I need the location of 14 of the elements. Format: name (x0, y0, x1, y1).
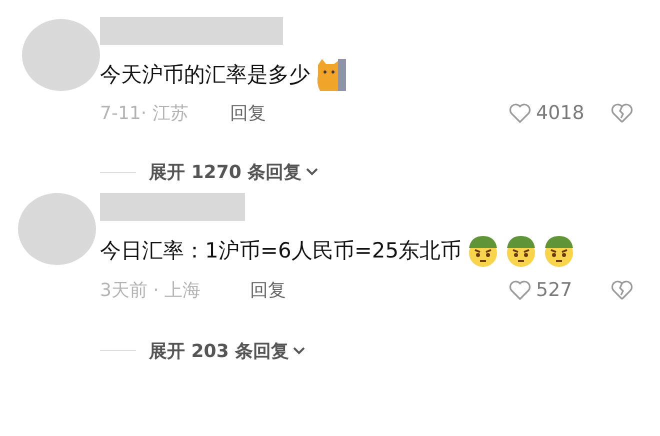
comment-text: 今日汇率：1沪币=6人民币=25东北币 (100, 238, 462, 262)
reply-link[interactable]: 回复 (230, 101, 266, 126)
expand-replies-button[interactable]: 展开 203 条回复 (149, 338, 308, 362)
comment-text: 今天沪币的汇率是多少 (100, 62, 310, 86)
comment-date-location: 7-11· 江苏 (100, 103, 188, 124)
heart-icon[interactable] (508, 278, 532, 302)
heart-icon[interactable] (508, 101, 532, 126)
broken-heart-icon[interactable] (610, 101, 634, 126)
broken-heart-icon[interactable] (610, 278, 634, 302)
comment-date-location: 3天前 · 上海 (100, 280, 201, 300)
expand-replies-button[interactable]: 展开 1270 条回复 (149, 160, 320, 184)
like-count: 4018 (536, 102, 586, 124)
reply-link[interactable]: 回复 (250, 278, 286, 302)
like-count: 527 (536, 278, 574, 300)
